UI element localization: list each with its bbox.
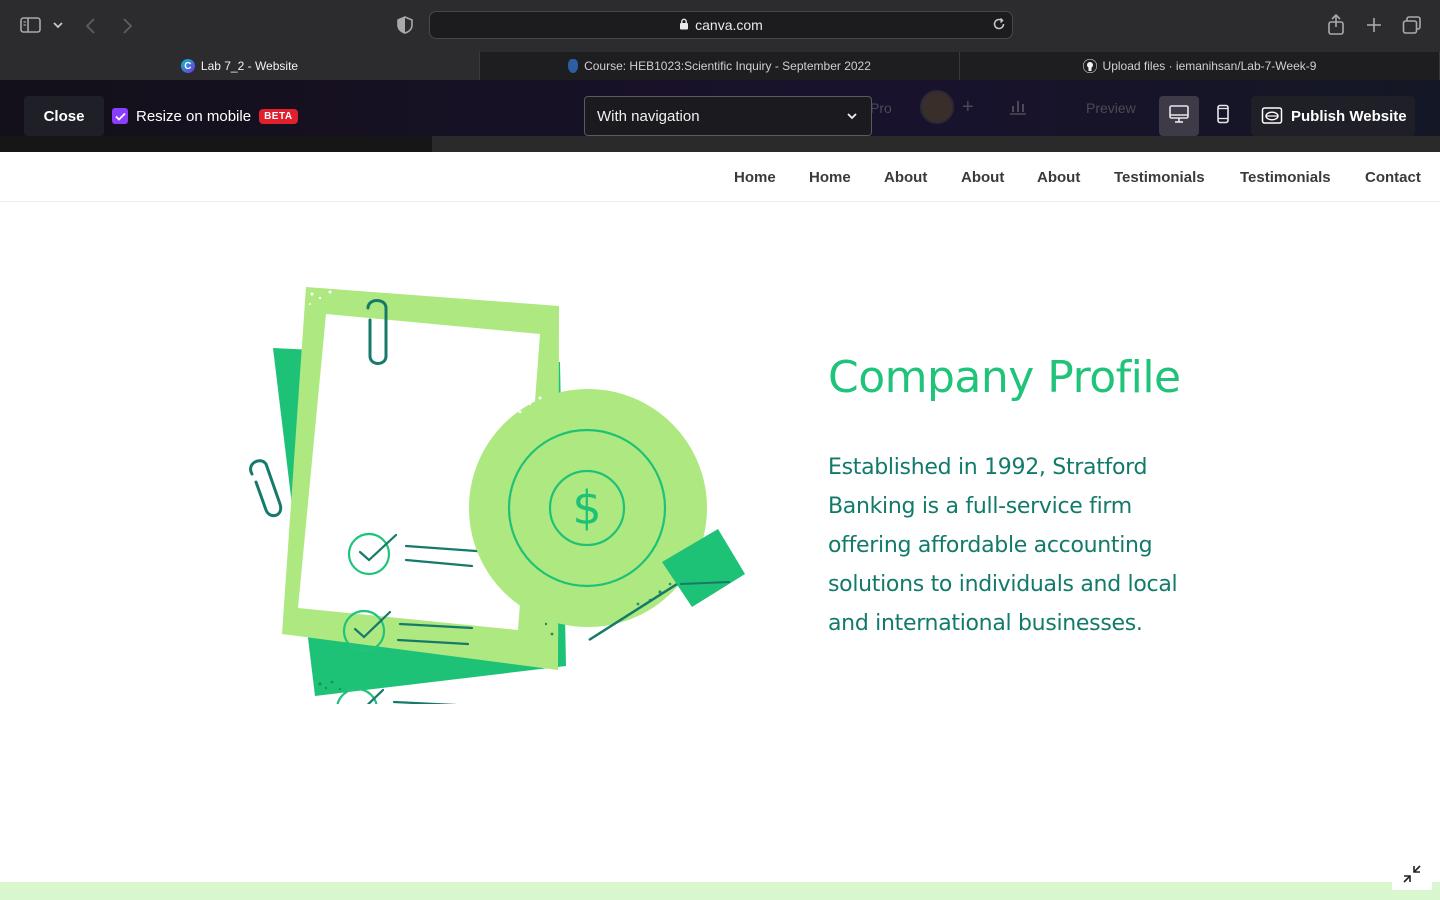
nav-link-about[interactable]: About xyxy=(961,169,1004,186)
github-icon xyxy=(1082,59,1097,73)
resize-on-mobile-toggle[interactable]: Resize on mobile BETA xyxy=(112,106,298,126)
moodle-icon xyxy=(568,59,579,73)
new-tab-icon[interactable] xyxy=(1365,16,1383,34)
back-icon[interactable] xyxy=(84,17,98,35)
desktop-icon xyxy=(1168,104,1190,129)
tab-bar: C Lab 7_2 - Website Course: HEB1023:Scie… xyxy=(0,52,1440,80)
svg-text:$: $ xyxy=(572,481,601,535)
avatar xyxy=(920,90,954,124)
nav-link-contact[interactable]: Contact xyxy=(1365,169,1421,186)
navigation-select-value: With navigation xyxy=(597,107,700,125)
next-section-edge xyxy=(0,882,1440,900)
site-navigation: Home Home About About About Testimonials… xyxy=(0,152,1440,202)
mobile-view-button[interactable] xyxy=(1203,96,1243,136)
lock-icon xyxy=(679,17,689,33)
tab-github[interactable]: Upload files · iemanihsan/Lab-7-Week-9 xyxy=(960,52,1440,80)
company-profile-description: Established in 1992, Stratford Banking i… xyxy=(828,455,1178,636)
nav-link-about[interactable]: About xyxy=(884,169,927,186)
company-profile-heading: Company Profile xyxy=(828,352,1181,403)
ghost-insights-icon xyxy=(1008,98,1028,119)
desktop-view-button[interactable] xyxy=(1159,96,1199,136)
tab-title: Upload files · iemanihsan/Lab-7-Week-9 xyxy=(1102,59,1317,73)
publish-website-icon xyxy=(1261,106,1283,130)
browser-toolbar: canva.com xyxy=(0,0,1440,52)
ghost-add-icon: + xyxy=(962,96,974,118)
nav-link-testimonials[interactable]: Testimonials xyxy=(1240,169,1331,186)
website-preview: Home Home About About About Testimonials… xyxy=(0,152,1440,900)
forward-icon[interactable] xyxy=(120,17,134,35)
editor-canvas-edge xyxy=(0,136,1440,152)
canva-icon: C xyxy=(180,59,195,73)
tab-course[interactable]: Course: HEB1023:Scientific Inquiry - Sep… xyxy=(480,52,960,80)
privacy-shield-icon[interactable] xyxy=(397,16,413,34)
tab-title: Lab 7_2 - Website xyxy=(200,59,299,73)
address-bar[interactable]: canva.com xyxy=(429,11,1013,39)
nav-link-home[interactable]: Home xyxy=(734,169,776,186)
tab-title: Course: HEB1023:Scientific Inquiry - Sep… xyxy=(584,59,871,73)
tab-lab-website[interactable]: C Lab 7_2 - Website xyxy=(0,52,480,80)
chevron-down-icon xyxy=(845,109,859,127)
mobile-icon xyxy=(1216,104,1230,129)
beta-badge: BETA xyxy=(259,108,298,124)
share-icon[interactable] xyxy=(1327,14,1345,36)
close-button[interactable]: Close xyxy=(24,96,104,136)
chevron-down-icon[interactable] xyxy=(52,20,64,30)
ghost-preview-label: Preview xyxy=(1086,100,1136,116)
publish-website-label: Publish Website xyxy=(1291,107,1407,125)
navigation-select[interactable]: With navigation xyxy=(584,96,872,136)
reload-icon[interactable] xyxy=(992,17,1006,34)
sidebar-toggle-icon[interactable] xyxy=(20,16,42,34)
tab-overview-icon[interactable] xyxy=(1402,16,1422,34)
nav-link-home[interactable]: Home xyxy=(809,169,851,186)
resize-label: Resize on mobile xyxy=(136,107,252,125)
exit-fullscreen-icon[interactable] xyxy=(1392,858,1432,890)
nav-link-about[interactable]: About xyxy=(1037,169,1080,186)
company-profile-illustration: $ xyxy=(240,284,760,731)
nav-link-testimonials[interactable]: Testimonials xyxy=(1114,169,1205,186)
publish-website-button[interactable]: Publish Website xyxy=(1251,96,1415,136)
ghost-pro-label: Pro xyxy=(870,100,892,116)
resize-checkbox[interactable] xyxy=(112,108,128,124)
url-text: canva.com xyxy=(695,17,763,33)
